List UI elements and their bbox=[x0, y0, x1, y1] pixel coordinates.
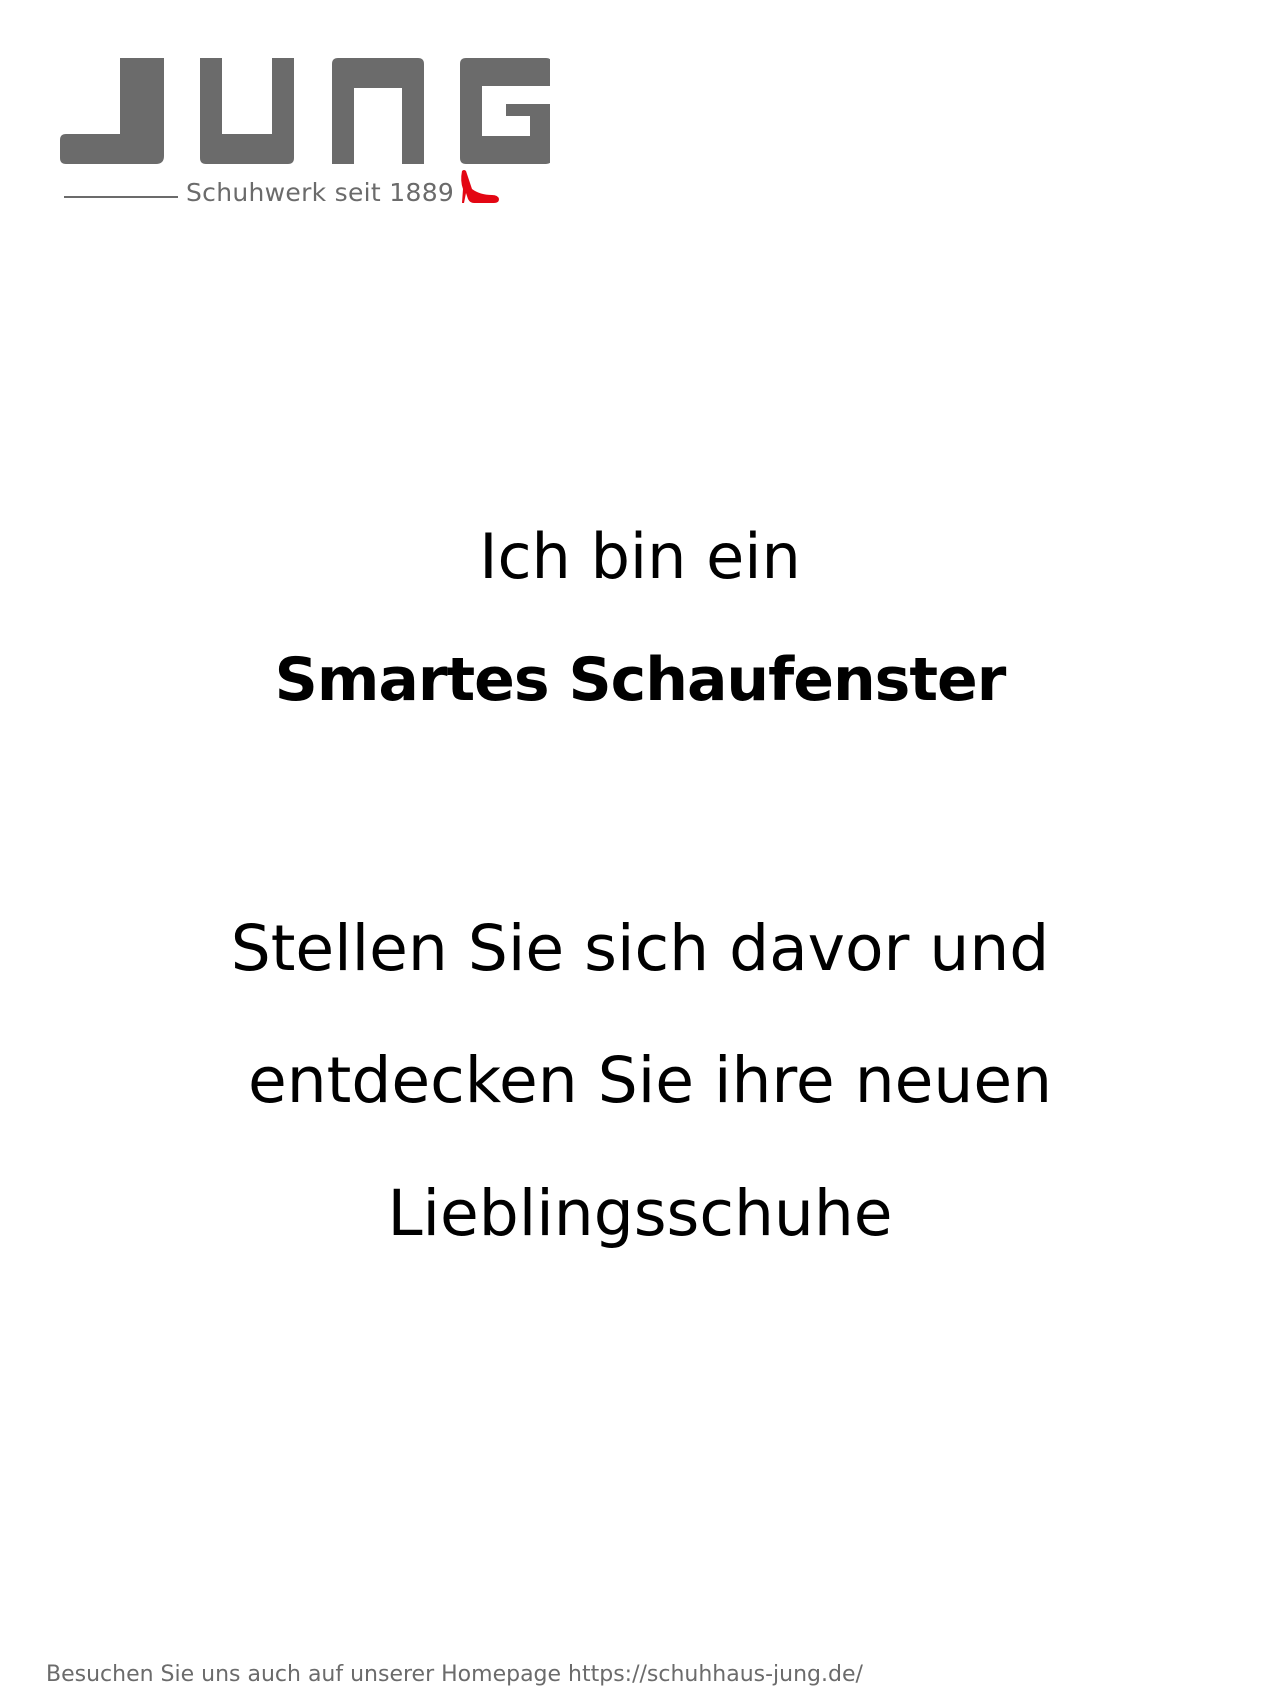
high-heel-shoe-icon bbox=[458, 169, 500, 210]
brand-tagline: Schuhwerk seit 1889 bbox=[186, 177, 455, 207]
brand-tagline-row: Schuhwerk seit 1889 bbox=[64, 169, 500, 210]
instruction-line-1: Stellen Sie sich davor und bbox=[230, 912, 1050, 985]
jung-wordmark-icon bbox=[60, 58, 550, 164]
instruction-line-2: entdecken Sie ihre neuen bbox=[247, 1044, 1053, 1117]
tagline-divider bbox=[64, 196, 178, 198]
headline-smart-window: Smartes Schaufenster bbox=[274, 645, 1007, 715]
intro-line: Ich bin ein bbox=[479, 520, 801, 593]
instruction-line-3: Lieblingsschuhe bbox=[387, 1177, 893, 1250]
footer-homepage-note: Besuchen Sie uns auch auf unserer Homepa… bbox=[46, 1662, 863, 1687]
